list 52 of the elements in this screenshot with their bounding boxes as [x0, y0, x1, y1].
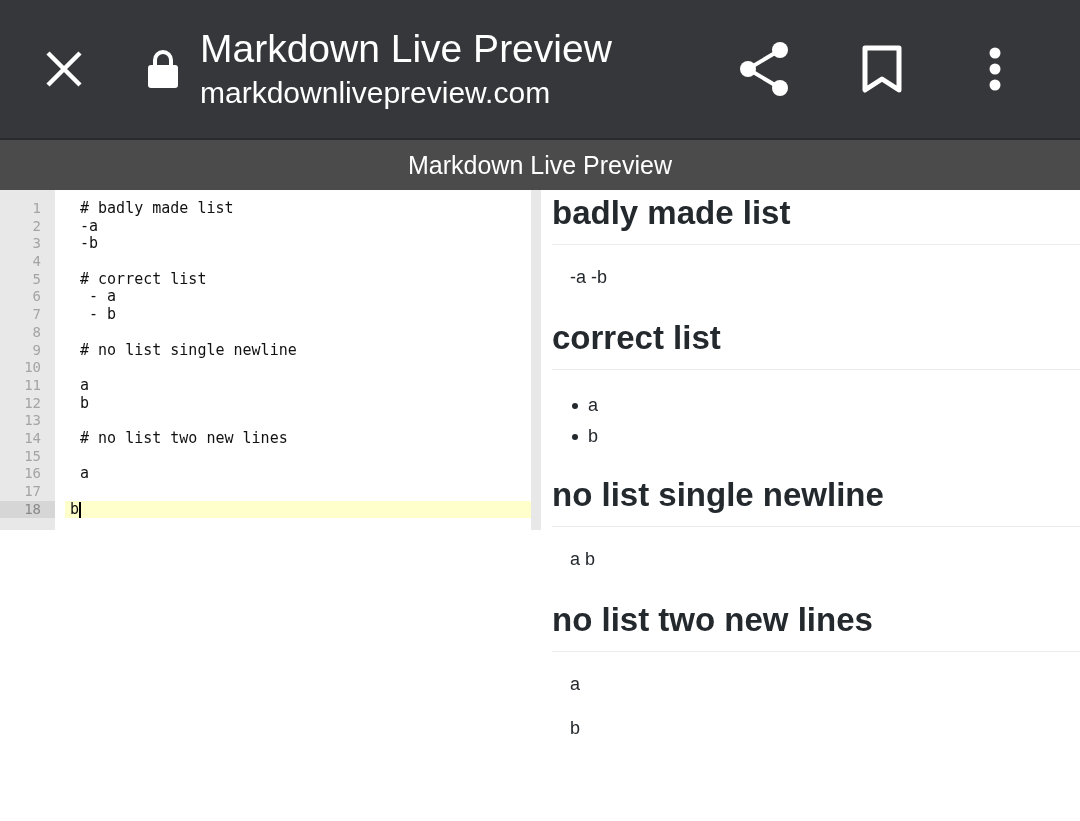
code-line: - b — [88, 306, 117, 324]
preview-heading: no list two new lines — [552, 597, 1080, 652]
lock-icon — [148, 50, 178, 88]
line-number: 12 — [23, 394, 42, 413]
code-line: a — [80, 465, 90, 483]
page-title: Markdown Live Preview — [200, 26, 613, 72]
preview-paragraph: a — [569, 673, 581, 696]
code-line: -b — [80, 235, 99, 254]
code-line: - a — [88, 288, 117, 307]
bookmark-icon[interactable] — [862, 45, 902, 93]
line-number: 18 — [0, 500, 55, 519]
app-title: Markdown Live Preview — [408, 150, 672, 180]
close-icon[interactable] — [44, 49, 84, 89]
bullet-icon — [572, 402, 578, 409]
code-line: # no list two new lines — [80, 429, 288, 448]
menu-icon[interactable] — [989, 47, 1001, 91]
list-item: b — [588, 426, 598, 447]
line-number: 13 — [23, 412, 42, 430]
preview-heading: no list single newline — [552, 472, 1080, 527]
code-line: b — [70, 500, 80, 519]
code-line: # correct list — [80, 270, 207, 289]
line-number: 7 — [31, 306, 42, 324]
line-number: 15 — [23, 447, 42, 466]
code-line: -a — [80, 217, 99, 236]
code-line: # badly made list — [80, 200, 234, 218]
code-line: b — [80, 394, 90, 413]
line-number: 2 — [31, 217, 42, 236]
line-number: 11 — [23, 376, 42, 395]
line-number: 9 — [31, 341, 42, 360]
line-number: 5 — [31, 270, 42, 289]
line-number: 8 — [31, 323, 42, 342]
bullet-icon — [572, 433, 578, 440]
code-line: # no list single newline — [80, 341, 297, 360]
preview-heading: badly made list — [552, 190, 1080, 245]
line-number: 10 — [23, 359, 42, 377]
page-url[interactable]: markdownlivepreview.com — [200, 73, 720, 113]
code-editor[interactable]: 1 2 3 4 5 6 7 8 9 10 11 12 13 14 15 16 17 18 # badly made list -a -b # correct list - a - b # no list single newline a b # no list two new lines a b — [0, 190, 541, 530]
line-number: 6 — [31, 288, 42, 307]
line-number: 3 — [31, 235, 42, 254]
preview-paragraph: a b — [569, 548, 597, 571]
line-number: 17 — [23, 483, 42, 501]
text-cursor — [79, 501, 82, 518]
line-number: 4 — [31, 253, 42, 271]
preview-paragraph: b — [569, 717, 581, 740]
list-item: a — [588, 395, 598, 416]
line-number: 14 — [23, 429, 42, 448]
preview-paragraph: -a -b — [569, 266, 608, 289]
share-icon[interactable] — [738, 41, 790, 97]
code-line: a — [80, 376, 90, 395]
line-number: 1 — [31, 200, 42, 218]
line-number: 16 — [23, 465, 42, 483]
preview-heading: correct list — [552, 315, 1080, 370]
